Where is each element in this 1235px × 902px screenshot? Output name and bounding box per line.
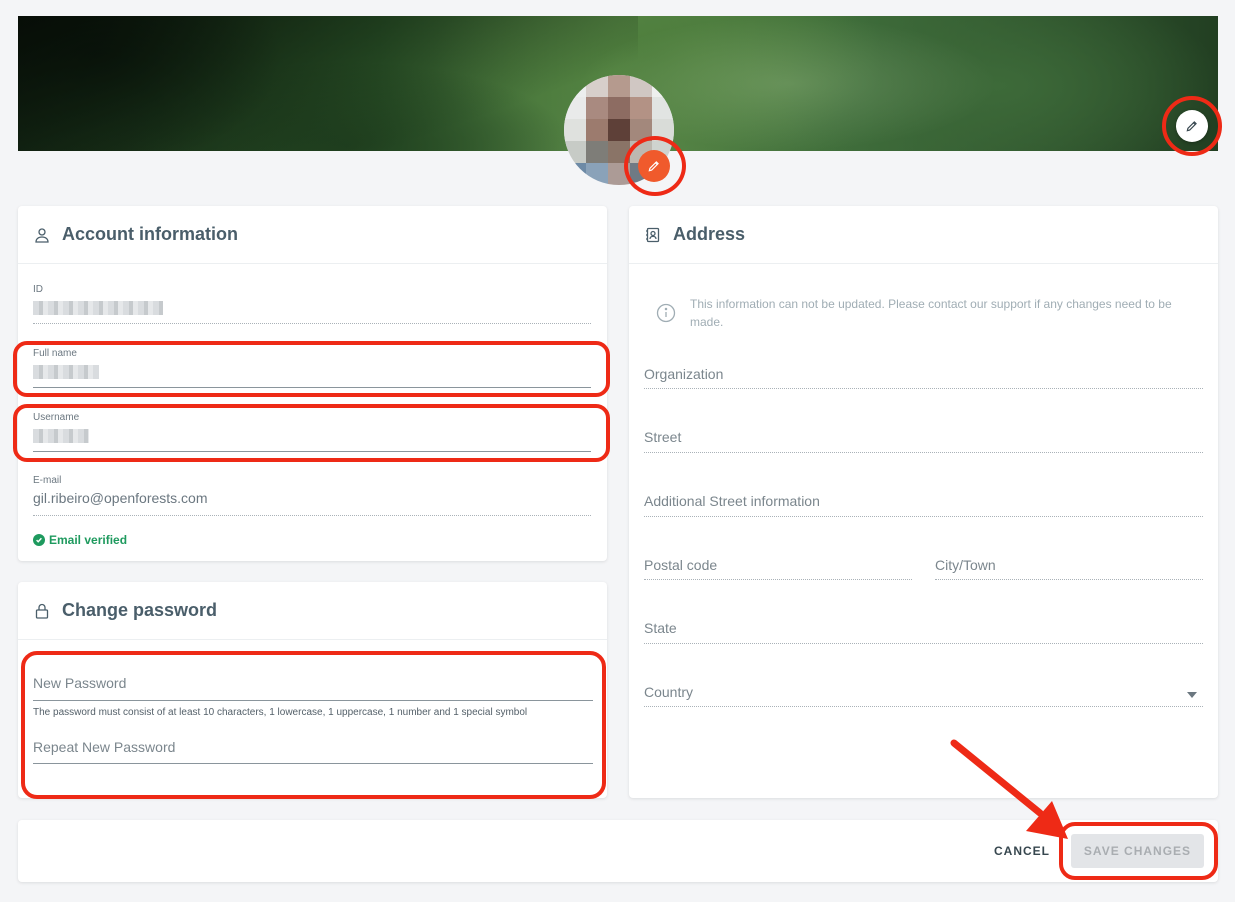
edit-avatar-button[interactable]	[638, 150, 670, 182]
id-label: ID	[33, 284, 43, 295]
username-field[interactable]: Username	[33, 412, 591, 452]
lock-icon	[34, 603, 50, 619]
save-changes-button[interactable]: SAVE CHANGES	[1071, 834, 1204, 868]
pencil-icon	[1186, 121, 1197, 132]
email-field: E-mail gil.ribeiro@openforests.com	[33, 475, 591, 516]
organization-label: Organization	[644, 366, 724, 382]
username-label: Username	[33, 412, 80, 423]
street-label: Street	[644, 429, 682, 445]
id-value	[33, 299, 591, 316]
address-card-header: Address	[629, 206, 1218, 264]
fullname-field[interactable]: Full name	[33, 348, 591, 388]
annotation-arrow	[950, 739, 1068, 839]
repeat-password-field[interactable]: Repeat New Password	[33, 739, 593, 764]
account-title: Account information	[62, 224, 238, 244]
new-password-label: New Password	[33, 675, 127, 691]
fullname-value[interactable]	[33, 363, 591, 380]
check-circle-icon	[33, 534, 45, 546]
postal-code-label: Postal code	[644, 557, 718, 573]
email-label: E-mail	[33, 475, 62, 486]
organization-field: Organization	[644, 366, 1203, 389]
address-info-text: This information can not be updated. Ple…	[690, 297, 1172, 329]
id-field: ID	[33, 284, 591, 324]
pencil-icon	[648, 161, 659, 172]
address-book-icon	[645, 227, 661, 243]
address-title: Address	[673, 224, 746, 244]
new-password-field[interactable]: New Password	[33, 675, 593, 701]
password-hint: The password must consist of at least 10…	[33, 707, 528, 718]
additional-street-label: Additional Street information	[644, 493, 820, 509]
address-info-note: This information can not be updated. Ple…	[656, 295, 1176, 331]
street-field: Street	[644, 429, 1203, 453]
user-icon	[34, 227, 50, 243]
repeat-password-label: Repeat New Password	[33, 739, 176, 755]
country-select: Country	[644, 684, 1203, 707]
city-label: City/Town	[935, 557, 996, 573]
fullname-label: Full name	[33, 348, 77, 359]
country-label: Country	[644, 684, 694, 700]
city-field: City/Town	[935, 557, 1203, 580]
additional-street-field: Additional Street information	[644, 493, 1203, 517]
password-card-header: Change password	[18, 582, 607, 640]
chevron-down-icon	[1187, 692, 1197, 698]
account-card-header: Account information	[18, 206, 607, 264]
edit-cover-button[interactable]	[1176, 110, 1208, 142]
email-verified-text: Email verified	[49, 533, 128, 547]
email-verified-badge: Email verified	[33, 533, 127, 547]
info-icon	[656, 303, 676, 323]
username-value[interactable]	[33, 427, 591, 444]
cover-shade	[18, 16, 638, 151]
email-value: gil.ribeiro@openforests.com	[33, 490, 208, 506]
state-label: State	[644, 620, 677, 636]
password-title: Change password	[62, 600, 218, 620]
postal-code-field: Postal code	[644, 557, 912, 580]
state-field: State	[644, 620, 1203, 644]
